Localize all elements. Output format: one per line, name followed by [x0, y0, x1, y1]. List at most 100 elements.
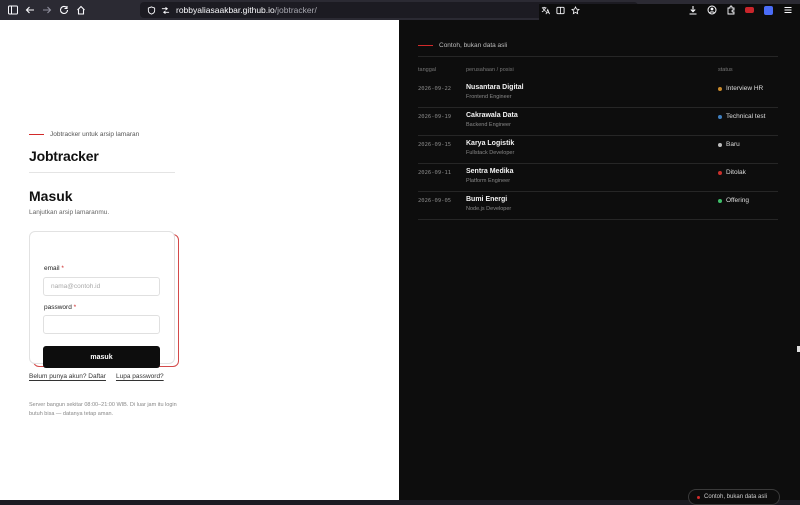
brand-title: Jobtracker	[29, 148, 99, 164]
email-label-text: email	[44, 265, 60, 272]
row-date: 2026-09-22	[418, 86, 452, 92]
row-status: Ditolak	[718, 169, 746, 176]
account-glyph	[707, 5, 716, 15]
row-status: Technical test	[718, 113, 765, 120]
shield-glyph	[147, 5, 155, 15]
register-link[interactable]: Belum punya akun? Daftar	[29, 373, 106, 380]
menu-icon[interactable]	[779, 1, 796, 19]
row-company: Sentra Medika	[466, 168, 514, 175]
status-dot	[718, 142, 722, 147]
row-status: Baru	[718, 141, 740, 148]
preview-eyebrow: Contoh, bukan data asli	[418, 42, 507, 49]
row-status: Interview HR	[718, 85, 763, 92]
url-host: robbyaliasaakbar.github.io	[176, 5, 275, 15]
forward-arrow-glyph	[42, 6, 51, 14]
reload-glyph	[59, 5, 68, 14]
badge-dot	[697, 495, 700, 499]
divider	[29, 172, 175, 173]
row-position: Node.js Developer	[466, 206, 512, 212]
row-date: 2026-09-05	[418, 198, 452, 204]
status-text: Baru	[726, 141, 740, 148]
shield-icon[interactable]	[145, 4, 157, 16]
extensions-icon[interactable]	[722, 1, 739, 19]
status-dot	[718, 170, 722, 175]
status-text: Offering	[726, 197, 750, 204]
url-text: robbyaliasaakbar.github.io/jobtracker/	[176, 5, 317, 15]
auth-links: Belum punya akun? Daftar Lupa password?	[29, 373, 164, 380]
row-date: 2026-09-19	[418, 114, 452, 120]
divider	[418, 56, 778, 57]
row-position: Frontend Engineer	[466, 94, 512, 100]
password-label-text: password	[44, 304, 72, 311]
table-row: 2026-09-19 Cakrawala Data Backend Engineer…	[418, 108, 778, 136]
site-controls-icon[interactable]	[159, 4, 171, 16]
row-company: Cakrawala Data	[466, 112, 518, 119]
password-field[interactable]	[43, 315, 160, 334]
eyebrow-text: Jobtracker untuk arsip lamaran	[50, 131, 140, 138]
account-icon[interactable]	[703, 1, 720, 19]
page: Jobtracker untuk arsip lamaran Jobtracke…	[0, 20, 800, 505]
bookmark-star-icon[interactable]	[569, 4, 581, 16]
table-row: 2026-09-15 Karya Logistik Fullstack Develo…	[418, 136, 778, 164]
accent-line	[418, 44, 433, 47]
url-path: /jobtracker/	[274, 5, 317, 15]
address-bar[interactable]: robbyaliasaakbar.github.io/jobtracker/	[140, 2, 800, 484]
status-text: Interview HR	[726, 85, 764, 92]
server-note: Server bangun sekitar 08:00–21:00 WIB. D…	[29, 402, 177, 417]
badge-text: Contoh, bukan data asli	[704, 494, 768, 500]
controls-glyph	[161, 6, 169, 14]
status-dot	[718, 86, 722, 91]
back-arrow-glyph	[25, 6, 34, 14]
status-dot	[718, 198, 722, 203]
row-status: Offering	[718, 197, 749, 204]
login-eyebrow: Jobtracker untuk arsip lamaran	[29, 131, 139, 138]
row-position: Platform Engineer	[466, 178, 511, 184]
extension-blue-badge	[764, 5, 773, 15]
reload-icon[interactable]	[55, 1, 72, 19]
row-company: Bumi Energi	[466, 196, 508, 203]
forward-icon[interactable]	[38, 1, 55, 19]
download-glyph	[689, 6, 696, 15]
login-panel: Jobtracker untuk arsip lamaran Jobtracke…	[0, 20, 399, 500]
page-subtitle: Lanjutkan arsip lamaranmu.	[29, 209, 110, 216]
extension-red-badge	[745, 7, 754, 13]
accent-line	[29, 133, 44, 136]
preview-panel: Contoh, bukan data asli tanggal perusaha…	[399, 20, 800, 505]
row-date: 2026-09-11	[418, 170, 452, 176]
reader-view-icon[interactable]	[554, 4, 566, 16]
row-company: Nusantara Digital	[466, 84, 524, 91]
column-header-company: perusahaan / posisi	[466, 67, 514, 73]
translate-icon[interactable]	[539, 4, 551, 16]
translate-glyph	[541, 6, 550, 14]
extension-red-icon[interactable]	[741, 1, 758, 19]
login-button[interactable]: masuk	[43, 346, 160, 368]
status-text: Technical test	[726, 113, 766, 120]
row-company: Karya Logistik	[466, 140, 515, 147]
downloads-icon[interactable]	[684, 1, 701, 19]
table-row: 2026-09-22 Nusantara Digital Frontend Engi…	[418, 80, 778, 108]
home-icon[interactable]	[72, 1, 89, 19]
required-mark: *	[73, 304, 77, 311]
browser-toolbar: robbyaliasaakbar.github.io/jobtracker/	[0, 0, 800, 484]
page-title: Masuk	[29, 188, 73, 204]
row-position: Backend Engineer	[466, 122, 511, 128]
back-icon[interactable]	[21, 1, 38, 19]
status-dot	[718, 114, 722, 119]
star-glyph	[570, 5, 580, 14]
row-date: 2026-09-15	[418, 142, 452, 148]
sidebar-icon[interactable]	[4, 1, 21, 19]
home-glyph	[76, 5, 85, 15]
extension-blue-icon[interactable]	[760, 1, 777, 19]
sidebar-icon-glyph	[7, 5, 18, 15]
status-text: Ditolak	[726, 169, 746, 176]
email-label: email *	[44, 265, 64, 272]
row-position: Fullstack Developer	[466, 150, 515, 156]
table-row: 2026-09-05 Bumi Energi Node.js Developer Of…	[418, 192, 778, 220]
required-mark: *	[61, 265, 64, 272]
column-header-date: tanggal	[418, 67, 437, 73]
email-field[interactable]	[43, 277, 160, 296]
column-header-status: status	[718, 67, 733, 73]
preview-eyebrow-text: Contoh, bukan data asli	[439, 42, 508, 49]
forgot-password-link[interactable]: Lupa password?	[116, 373, 164, 380]
reader-glyph	[555, 6, 565, 14]
